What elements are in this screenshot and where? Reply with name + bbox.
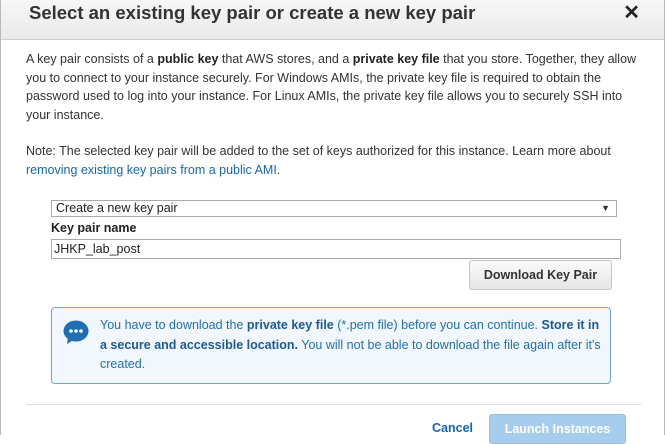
- intro-text-1: A key pair consists of a: [26, 52, 158, 66]
- key-pair-name-input[interactable]: JHKP_lab_post: [51, 239, 621, 259]
- speech-bubble-icon: [63, 320, 89, 344]
- intro-bold-public-key: public key: [157, 52, 219, 66]
- info-alert: You have to download the private key fil…: [51, 307, 611, 384]
- dialog-body: A key pair consists of a public key that…: [26, 50, 641, 179]
- close-icon[interactable]: ✕: [623, 0, 640, 26]
- dialog-header: Select an existing key pair or create a …: [1, 0, 664, 40]
- download-key-pair-button[interactable]: Download Key Pair: [469, 260, 612, 290]
- note-end: .: [276, 162, 281, 177]
- cancel-button[interactable]: Cancel: [432, 421, 473, 435]
- chevron-down-icon: ▼: [601, 203, 610, 213]
- key-pair-select[interactable]: Create a new key pair ▼: [51, 200, 617, 217]
- launch-instances-button[interactable]: Launch Instances: [489, 414, 626, 444]
- info-text: You have to download the private key fil…: [100, 316, 605, 375]
- key-pair-dialog: Select an existing key pair or create a …: [0, 0, 665, 444]
- intro-bold-private-key-file: private key file: [352, 52, 440, 66]
- remove-key-pairs-link[interactable]: removing existing key pairs from a publi…: [26, 163, 277, 177]
- info-text-1: You have to download the: [100, 318, 247, 332]
- footer-divider: [26, 404, 641, 405]
- key-pair-name-label: Key pair name: [51, 221, 137, 235]
- key-pair-select-value: Create a new key pair: [56, 201, 178, 215]
- note-paragraph: Note: The selected key pair will be adde…: [26, 142, 641, 179]
- intro-text-2: that AWS stores, and a: [218, 52, 353, 66]
- note-text: Note: The selected key pair will be adde…: [26, 144, 611, 158]
- dialog-title: Select an existing key pair or create a …: [29, 2, 476, 23]
- info-bold-private-key-file: private key file: [246, 318, 334, 332]
- intro-paragraph: A key pair consists of a public key that…: [26, 50, 641, 124]
- info-text-2: (*.pem file) before you can continue.: [333, 318, 542, 332]
